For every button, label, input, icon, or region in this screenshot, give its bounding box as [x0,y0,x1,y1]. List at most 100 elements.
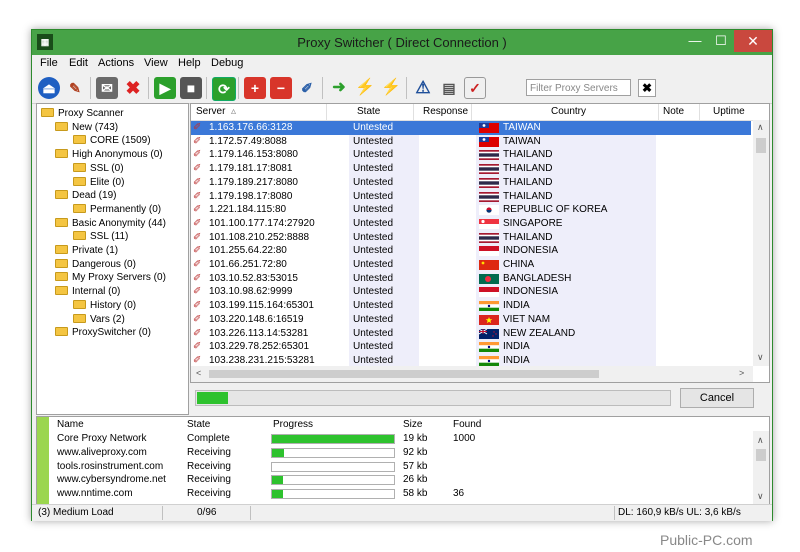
scroll-up-icon[interactable]: ∧ [757,435,764,446]
menu-file[interactable]: File [40,57,58,69]
tree-item[interactable]: My Proxy Servers (0) [55,271,166,284]
table-row[interactable]: ✐ 101.66.251.72:80 Untested CHINA [191,258,751,272]
server-state: Untested [353,190,394,202]
close-button[interactable]: ✕ [734,30,772,52]
connect-plug-icon[interactable]: ⚡ [354,77,376,99]
menu-help[interactable]: Help [178,57,201,69]
server-state: Untested [353,231,394,243]
table-row[interactable]: ✐ 103.226.113.14:53281 Untested NEW ZEALAND [191,327,751,341]
refresh-icon[interactable]: ⟳ [212,77,236,101]
column-state[interactable]: State [357,106,380,117]
edit-icon[interactable]: ✐ [296,77,318,99]
maximize-button[interactable]: ☐ [708,30,734,52]
table-row[interactable]: ✐ 101.255.64.22:80 Untested INDONESIA [191,244,751,258]
column-response[interactable]: Response [423,106,468,117]
title-bar[interactable]: ▦ Proxy Switcher ( Direct Connection ) —… [32,30,772,55]
tree-item[interactable]: Proxy Scanner [41,107,124,120]
server-country: TAIWAN [503,122,541,133]
column-size[interactable]: Size [403,418,422,432]
column-state[interactable]: State [187,418,210,432]
table-row[interactable]: ✐ 1.172.57.49:8088 Untested TAIWAN [191,135,751,149]
remove-icon[interactable]: − [270,77,292,99]
filter-input[interactable]: Filter Proxy Servers [526,79,631,96]
mail-icon[interactable]: ✉ [96,77,118,99]
tree-item[interactable]: SSL (11) [73,230,128,243]
tree-item[interactable]: History (0) [73,299,136,312]
list-icon[interactable]: ▤ [438,77,460,99]
download-row[interactable]: tools.rosinstrument.com Receiving 57 kb [53,460,753,474]
menu-actions[interactable]: Actions [98,57,134,69]
minimize-button[interactable]: — [682,30,708,52]
plug-icon: ✐ [193,341,202,353]
column-found[interactable]: Found [453,418,481,432]
table-row[interactable]: ✐ 1.179.198.17:8080 Untested THAILAND [191,190,751,204]
tree-item[interactable]: Basic Anonymity (44) [55,217,166,230]
play-icon[interactable]: ▶ [154,77,176,99]
table-row[interactable]: ✐ 103.220.148.6:16519 Untested VIET NAM [191,313,751,327]
column-server[interactable]: Server [196,106,225,117]
menu-edit[interactable]: Edit [69,57,88,69]
menu-view[interactable]: View [144,57,168,69]
tree-item[interactable]: New (743) [55,121,118,134]
eject-icon[interactable]: ⏏ [38,77,60,99]
folder-icon [55,286,68,296]
column-note[interactable]: Note [663,106,684,117]
table-row[interactable]: ✐ 103.10.98.62:9999 Untested INDONESIA [191,285,751,299]
cancel-button[interactable]: Cancel [680,388,754,408]
download-row[interactable]: www.cybersyndrome.net Receiving 26 kb [53,473,753,487]
table-row[interactable]: ✐ 101.108.210.252:8888 Untested THAILAND [191,231,751,245]
scroll-up-icon[interactable]: ∧ [757,122,764,133]
column-name[interactable]: Name [57,418,84,432]
menu-debug[interactable]: Debug [211,57,243,69]
tree-item[interactable]: Elite (0) [73,176,124,189]
tree-item-label: High Anonymous (0) [72,149,163,161]
plug-icon: ✐ [193,313,202,325]
flag-icon [479,314,499,325]
disconnect-plug-icon[interactable]: ⚡ [380,77,402,99]
column-country[interactable]: Country [551,106,586,117]
horizontal-scrollbar[interactable]: < > [191,366,753,382]
tree-item[interactable]: Dead (19) [55,189,116,202]
table-row[interactable]: ✐ 103.10.52.83:53015 Untested BANGLADESH [191,272,751,286]
table-row[interactable]: ✐ 103.229.78.252:65301 Untested INDIA [191,340,751,354]
download-row[interactable]: www.nntime.com Receiving 58 kb 36 [53,487,753,501]
stop-icon[interactable]: ■ [180,77,202,99]
table-row[interactable]: ✐ 1.179.181.17:8081 Untested THAILAND [191,162,751,176]
table-row[interactable]: ✐ 101.100.177.174:27920 Untested SINGAPORE [191,217,751,231]
wand-icon[interactable]: ✎ [64,77,86,99]
vertical-scrollbar[interactable]: ∧ ∨ [753,120,769,366]
add-icon[interactable]: + [244,77,266,99]
column-uptime[interactable]: Uptime [713,106,745,117]
scroll-down-icon[interactable]: ∨ [757,352,764,363]
checklist-icon[interactable]: ✓ [464,77,486,99]
tree-item[interactable]: Internal (0) [55,285,120,298]
download-row[interactable]: Core Proxy Network Complete 19 kb 1000 [53,432,753,446]
horizontal-scroll-thumb[interactable] [209,370,599,378]
warning-icon[interactable]: ⚠ [412,77,434,99]
tree-item[interactable]: Private (1) [55,244,118,257]
download-scrollbar[interactable]: ∧ ∨ [753,431,769,505]
scroll-right-icon[interactable]: > [739,368,744,378]
tree-item[interactable]: Permanently (0) [73,203,161,216]
table-row[interactable]: ✐ 103.199.115.164:65301 Untested INDIA [191,299,751,313]
delete-icon[interactable]: ✖ [122,77,144,99]
table-row[interactable]: ✐ 1.163.176.66:3128 Untested TAIWAN [191,121,751,135]
table-row[interactable]: ✐ 1.179.189.217:8080 Untested THAILAND [191,176,751,190]
tree-item[interactable]: High Anonymous (0) [55,148,163,161]
table-row[interactable]: ✐ 1.179.146.153:8080 Untested THAILAND [191,148,751,162]
clear-filter-icon[interactable]: ✖ [638,79,656,97]
download-scroll-thumb[interactable] [756,449,766,461]
tree-item[interactable]: Dangerous (0) [55,258,136,271]
tree-item[interactable]: CORE (1509) [73,134,151,147]
tree-item[interactable]: Vars (2) [73,313,125,326]
table-row[interactable]: ✐ 1.221.184.115:80 Untested REPUBLIC OF KOR… [191,203,751,217]
vertical-scroll-thumb[interactable] [756,138,766,153]
tree-item[interactable]: ProxySwitcher (0) [55,326,151,339]
export-icon[interactable]: ➜ [328,77,350,99]
scroll-left-icon[interactable]: < [196,368,201,378]
download-row[interactable]: www.aliveproxy.com Receiving 92 kb [53,446,753,460]
tree-item[interactable]: SSL (0) [73,162,124,175]
header-separator [413,104,414,120]
scroll-down-icon[interactable]: ∨ [757,491,764,502]
column-progress[interactable]: Progress [273,418,313,432]
